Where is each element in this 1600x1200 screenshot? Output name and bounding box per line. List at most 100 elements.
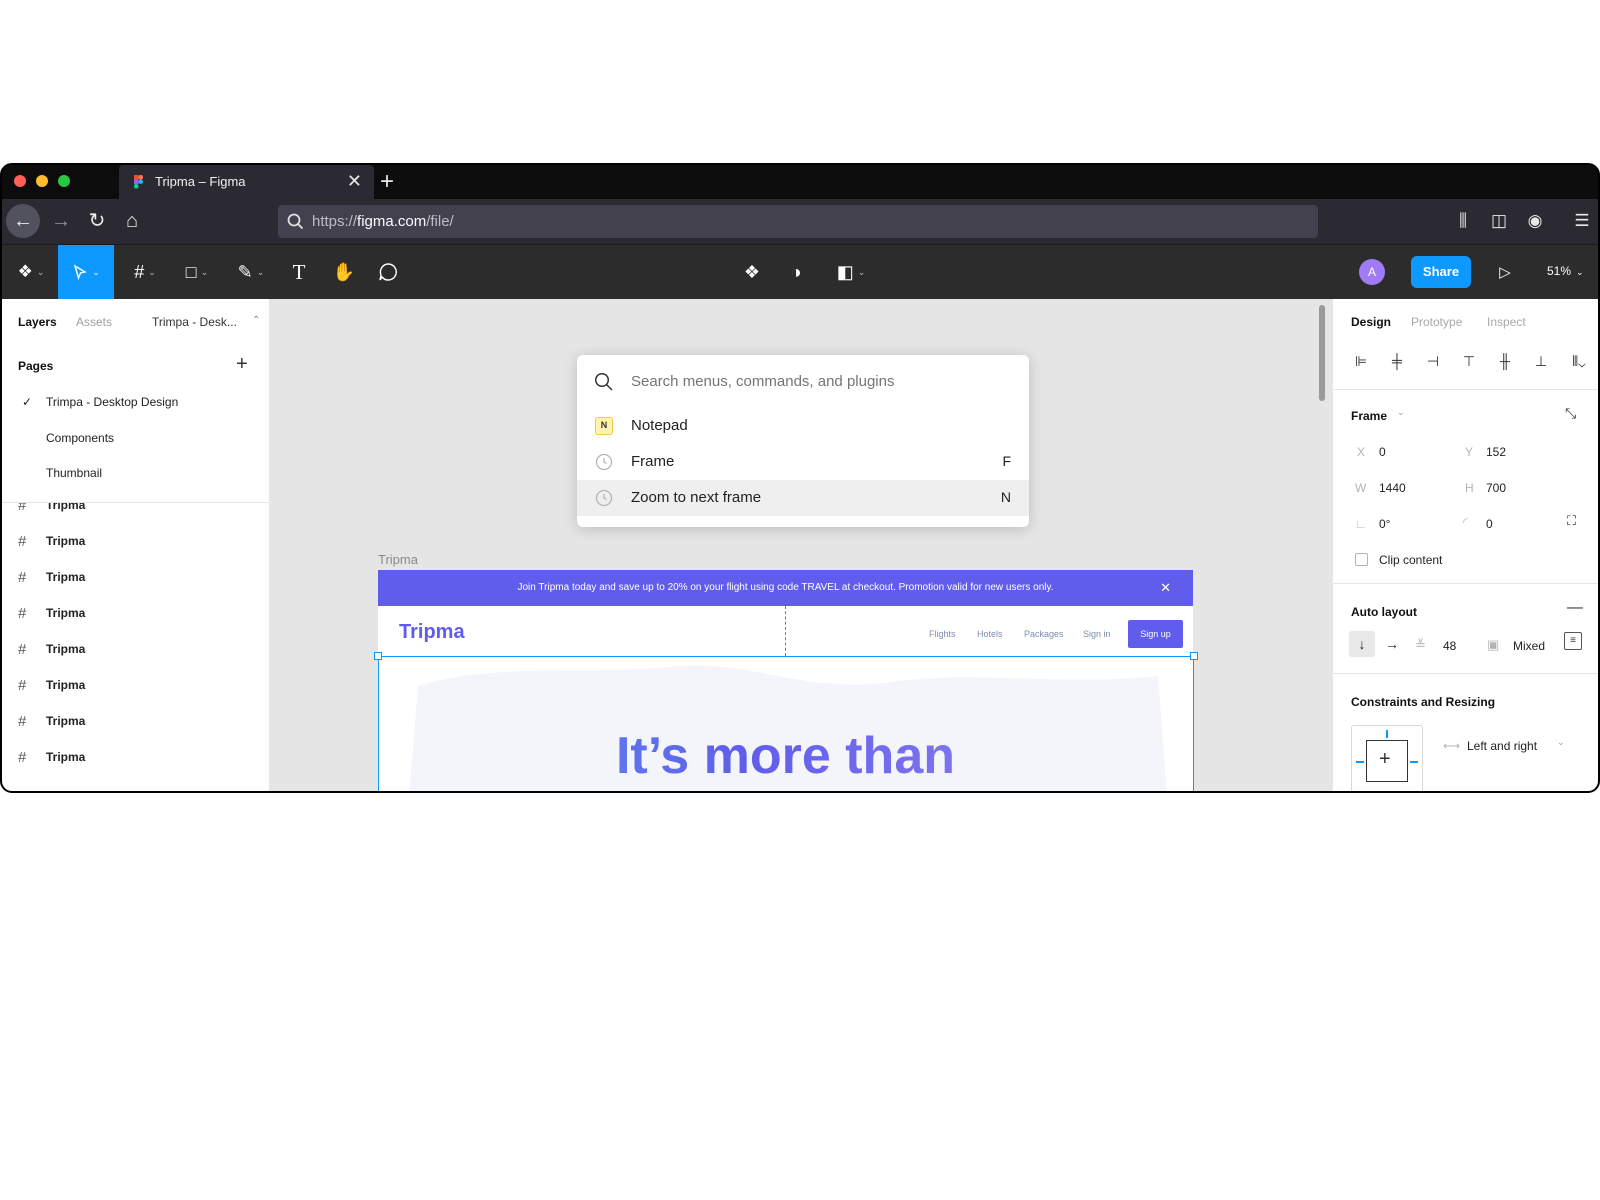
- left-constraint[interactable]: [1356, 761, 1364, 763]
- collapse-icon[interactable]: ⤡: [1565, 405, 1576, 422]
- hand-tool-button[interactable]: ✋: [329, 245, 359, 299]
- constraints-widget[interactable]: +: [1351, 725, 1423, 791]
- distribute-icon[interactable]: ⫴⌄: [1565, 353, 1593, 373]
- tab-inspect[interactable]: Inspect: [1487, 315, 1526, 329]
- layer-item[interactable]: # Tripma: [18, 667, 85, 703]
- frame-icon: #: [18, 532, 27, 550]
- avatar[interactable]: A: [1359, 259, 1385, 285]
- new-tab-icon[interactable]: +: [380, 168, 394, 196]
- page-item[interactable]: Components: [46, 431, 114, 445]
- main-menu-button[interactable]: ❖ ⌄: [10, 245, 52, 299]
- layer-label: Tripma: [46, 642, 86, 656]
- page-item[interactable]: Thumbnail: [46, 466, 102, 480]
- maximize-window-button[interactable]: [58, 175, 70, 187]
- palette-item-label: Zoom to next frame: [631, 489, 762, 506]
- zoom-control[interactable]: 51% ⌄: [1547, 264, 1584, 278]
- width-field[interactable]: 1440: [1379, 481, 1406, 495]
- right-constraint[interactable]: [1410, 761, 1418, 763]
- align-top-icon[interactable]: ⊤: [1459, 353, 1479, 373]
- promo-text: Join Tripma today and save up to 20% on …: [517, 582, 1054, 593]
- selection-box[interactable]: [378, 656, 1194, 791]
- present-button[interactable]: ▷: [1493, 245, 1517, 299]
- resize-handle[interactable]: [374, 652, 382, 660]
- direction-vertical-button[interactable]: ↓: [1349, 631, 1375, 657]
- tab-assets[interactable]: Assets: [76, 315, 112, 329]
- library-icon[interactable]: ⫼: [1452, 211, 1474, 233]
- account-icon[interactable]: ◉: [1524, 211, 1546, 233]
- frame-section-title[interactable]: Frame: [1351, 409, 1387, 423]
- add-page-icon[interactable]: +: [236, 353, 248, 376]
- canvas[interactable]: Tripma Join Tripma today and save up to …: [270, 299, 1332, 791]
- frame-tool-button[interactable]: # ⌄: [124, 245, 166, 299]
- align-bottom-icon[interactable]: ⊥: [1531, 353, 1551, 373]
- palette-item-frame[interactable]: Frame F: [577, 444, 1029, 480]
- x-field[interactable]: 0: [1379, 445, 1386, 459]
- horizontal-constraint-select[interactable]: Left and right: [1467, 739, 1537, 753]
- frame-icon: #: [18, 712, 27, 730]
- minimize-window-button[interactable]: [36, 175, 48, 187]
- align-left-icon[interactable]: ⊫: [1351, 353, 1371, 373]
- address-bar[interactable]: https://figma.com/file/: [278, 205, 1318, 238]
- rotation-field[interactable]: 0°: [1379, 517, 1390, 531]
- command-palette: N Notepad Frame F Zoom to next frame N: [577, 355, 1029, 527]
- sidebar-icon[interactable]: ◫: [1488, 211, 1510, 233]
- mask-button[interactable]: ◑: [783, 245, 809, 299]
- components-button[interactable]: ❖: [739, 245, 765, 299]
- top-constraint[interactable]: [1386, 730, 1388, 738]
- layer-item[interactable]: # Tripma: [18, 503, 85, 523]
- chevron-up-icon[interactable]: ⌃: [252, 315, 260, 326]
- remove-auto-layout-icon[interactable]: —: [1567, 599, 1583, 617]
- padding-field[interactable]: Mixed: [1513, 639, 1545, 653]
- canvas-scrollbar[interactable]: [1319, 305, 1325, 401]
- close-window-button[interactable]: [14, 175, 26, 187]
- comment-tool-button[interactable]: [374, 245, 402, 299]
- layer-item[interactable]: # Tripma: [18, 703, 85, 739]
- frame-name-label[interactable]: Tripma: [378, 552, 418, 567]
- align-horizontal-center-icon[interactable]: ╪: [1387, 353, 1407, 373]
- boolean-button[interactable]: ◧ ⌄: [831, 245, 871, 299]
- layer-item[interactable]: # Tripma: [18, 631, 85, 667]
- page-item[interactable]: Trimpa - Desktop Design: [46, 395, 178, 409]
- alignment-settings-icon[interactable]: ≡: [1564, 632, 1582, 650]
- chevron-down-icon[interactable]: ⌄: [1397, 407, 1405, 418]
- shape-tool-button[interactable]: □ ⌄: [176, 245, 218, 299]
- divider: [1333, 673, 1598, 674]
- pen-tool-button[interactable]: ✎ ⌄: [230, 245, 272, 299]
- radius-field[interactable]: 0: [1486, 517, 1493, 531]
- home-icon[interactable]: ⌂: [115, 204, 149, 238]
- y-field[interactable]: 152: [1486, 445, 1506, 459]
- menu-icon[interactable]: ☰: [1571, 211, 1593, 233]
- layer-item[interactable]: # Tripma: [18, 595, 85, 631]
- search-input[interactable]: [631, 373, 1011, 390]
- browser-tab[interactable]: Tripma – Figma ✕: [119, 165, 374, 199]
- independent-corners-icon[interactable]: ⛶: [1567, 513, 1576, 529]
- tab-bar: Tripma – Figma ✕ +: [2, 165, 1598, 199]
- palette-item-notepad[interactable]: N Notepad: [577, 408, 1029, 444]
- tab-layers[interactable]: Layers: [18, 315, 57, 329]
- zoom-level: 51%: [1547, 264, 1572, 278]
- back-arrow-icon[interactable]: ←: [6, 204, 40, 238]
- forward-arrow-icon[interactable]: →: [44, 204, 78, 238]
- layer-item[interactable]: # Tripma: [18, 523, 85, 559]
- resize-handle[interactable]: [1190, 652, 1198, 660]
- share-button[interactable]: Share: [1411, 256, 1471, 288]
- move-tool-button[interactable]: ⌄: [58, 245, 114, 299]
- tab-design[interactable]: Design: [1351, 315, 1391, 329]
- promo-banner: Join Tripma today and save up to 20% on …: [378, 570, 1193, 606]
- layer-item[interactable]: # Tripma: [18, 739, 85, 775]
- clip-content-checkbox[interactable]: [1355, 553, 1368, 566]
- close-tab-icon[interactable]: ✕: [347, 171, 362, 192]
- text-tool-button[interactable]: T: [285, 245, 313, 299]
- spacing-field[interactable]: 48: [1443, 639, 1456, 653]
- page-switcher[interactable]: Trimpa - Desk...: [152, 315, 237, 329]
- height-field[interactable]: 700: [1486, 481, 1506, 495]
- reload-icon[interactable]: ↻: [80, 204, 114, 238]
- divider: [1333, 389, 1598, 390]
- figma-favicon-icon: [134, 175, 143, 189]
- layer-item[interactable]: # Tripma: [18, 559, 85, 595]
- align-right-icon[interactable]: ⊣: [1423, 353, 1443, 373]
- palette-item-zoom-to-next-frame[interactable]: Zoom to next frame N: [577, 480, 1029, 516]
- direction-horizontal-button[interactable]: →: [1379, 631, 1405, 657]
- align-vertical-center-icon[interactable]: ╫: [1495, 353, 1515, 373]
- tab-prototype[interactable]: Prototype: [1411, 315, 1462, 329]
